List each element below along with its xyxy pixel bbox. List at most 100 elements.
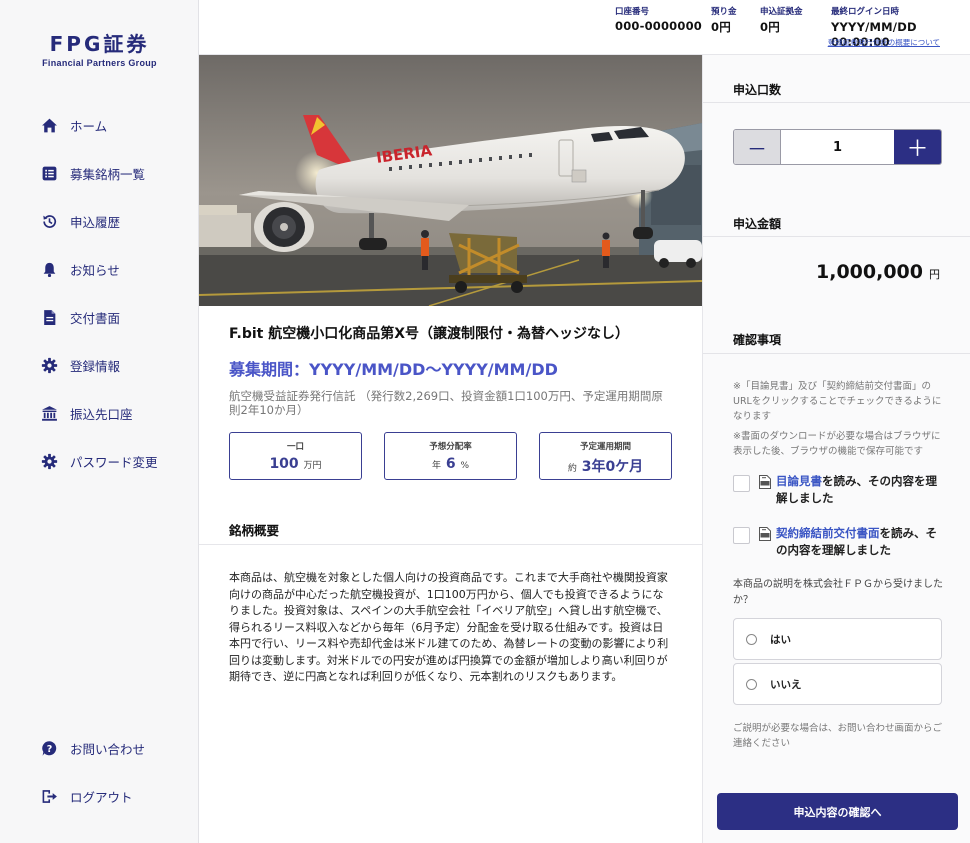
amount-unit: 円 xyxy=(929,268,940,281)
units-title: 申込口数 xyxy=(733,83,782,97)
brand-logo[interactable]: FPG証券 Financial Partners Group xyxy=(0,28,199,68)
sidebar-item-password[interactable]: パスワード変更 xyxy=(40,449,158,473)
account-number: 口座番号 000-0000000 xyxy=(615,5,702,33)
amount-value: 1,000,000 xyxy=(816,261,923,283)
application-margin: 申込証拠金 0円 xyxy=(760,5,803,35)
sidebar-item-label: 交付書面 xyxy=(70,310,121,326)
sidebar: FPG証券 Financial Partners Group ホーム 募集銘柄一… xyxy=(0,0,199,843)
aircraft-photo: IBERIA xyxy=(199,55,702,306)
box-label: 一口 xyxy=(286,442,304,452)
svg-text:?: ? xyxy=(46,744,52,755)
increase-button[interactable]: ＋ xyxy=(894,130,941,164)
order-panel: 申込口数 － 1 ＋ 申込金額 1,000,000 円 確認事項 ※「目論見書」及… xyxy=(702,55,970,843)
prospectus-checkbox[interactable] xyxy=(733,475,750,492)
note-url-check: ※「目論見書」及び「契約締結前交付書面」のURLをクリックすることでチェックでき… xyxy=(733,381,942,422)
sidebar-item-label: 登録情報 xyxy=(70,358,121,374)
radio-no[interactable]: いいえ xyxy=(733,663,942,705)
divider xyxy=(703,102,970,103)
bell-icon xyxy=(40,260,58,278)
box-value: 100 万円 xyxy=(230,456,361,472)
prospectus-link[interactable]: 目論見書 xyxy=(776,474,822,488)
application-amount: 1,000,000 円 xyxy=(816,261,940,283)
sidebar-item-notices[interactable]: お知らせ xyxy=(40,257,120,281)
deposit-value: 0円 xyxy=(711,20,731,34)
sidebar-item-label: お知らせ xyxy=(70,262,120,278)
history-icon xyxy=(40,212,58,230)
sidebar-item-logout[interactable]: ログアウト xyxy=(40,784,133,808)
decrease-button[interactable]: － xyxy=(734,130,781,164)
trust-overview-link[interactable]: 登録証券発行信託の概要について xyxy=(828,37,940,48)
account-number-label: 口座番号 xyxy=(615,7,650,17)
box-label: 予定運用期間 xyxy=(579,442,631,452)
application-margin-value: 0円 xyxy=(760,20,780,34)
application-margin-label: 申込証拠金 xyxy=(760,7,803,17)
sidebar-item-label: 募集銘柄一覧 xyxy=(70,166,146,182)
box-number: 100 xyxy=(269,456,299,472)
divider xyxy=(199,544,702,545)
pre-contract-checkbox[interactable] xyxy=(733,527,750,544)
operation-period-box: 予定運用期間 約 3年0ケ月 xyxy=(539,432,672,480)
radio-circle xyxy=(746,678,757,690)
box-value: 約 3年0ケ月 xyxy=(540,456,671,476)
product-description: 航空機受益証券発行信託 （発行数2,269口、投資金額1口100万円、予定運用期… xyxy=(229,389,663,417)
offering-period: 募集期間：YYYY/MM/DD～YYYY/MM/DD xyxy=(229,360,558,379)
prospectus-check-text: 目論見書を読み、その内容を理解しました xyxy=(776,473,948,507)
sidebar-item-label: ホーム xyxy=(70,118,108,134)
box-number: 3年0ケ月 xyxy=(581,459,644,475)
account-number-value: 000-0000000 xyxy=(615,19,702,33)
pre-contract-check-row: 契約締結前交付書面を読み、その内容を理解しました xyxy=(733,525,948,559)
sidebar-item-label: お問い合わせ xyxy=(70,741,146,757)
sidebar-item-label: 申込履歴 xyxy=(70,214,121,230)
box-unit: 万円 xyxy=(303,461,322,471)
document-icon xyxy=(40,308,58,326)
help-note: ご説明が必要な場合は、お問い合わせ画面からご連絡ください xyxy=(733,723,943,749)
sidebar-item-registration[interactable]: 登録情報 xyxy=(40,353,120,377)
deposit: 預り金 0円 xyxy=(711,5,737,35)
radio-no-label: いいえ xyxy=(770,678,802,691)
sidebar-item-home[interactable]: ホーム xyxy=(40,113,107,137)
box-prefix: 約 xyxy=(567,464,577,474)
deposit-label: 預り金 xyxy=(711,7,737,17)
top-header: 口座番号 000-0000000 預り金 0円 申込証拠金 0円 最終ログイン日… xyxy=(199,0,970,55)
gear-icon xyxy=(40,452,58,470)
quantity-value[interactable]: 1 xyxy=(781,130,894,164)
sidebar-item-label: ログアウト xyxy=(70,789,133,805)
prospectus-check-row: 目論見書を読み、その内容を理解しました xyxy=(733,473,948,507)
sidebar-item-contact[interactable]: ? お問い合わせ xyxy=(40,736,145,760)
explanation-question: 本商品の説明を株式会社ＦＰＧから受けましたか？ xyxy=(733,579,943,606)
unit-price-box: 一口 100 万円 xyxy=(229,432,362,480)
pre-contract-check-text: 契約締結前交付書面を読み、その内容を理解しました xyxy=(776,525,948,559)
home-icon xyxy=(40,116,58,134)
logout-icon xyxy=(40,787,58,805)
product-title: F.bit 航空機小口化商品第X号（譲渡制限付・為替ヘッジなし） xyxy=(229,326,630,342)
confirm-application-button[interactable]: 申込内容の確認へ xyxy=(717,793,958,830)
sidebar-item-documents[interactable]: 交付書面 xyxy=(40,305,120,329)
radio-yes[interactable]: はい xyxy=(733,618,942,660)
note-download: ※書面のダウンロードが必要な場合はブラウザに表示した後、ブラウザの機能で保存可能… xyxy=(733,431,941,457)
last-login-label: 最終ログイン日時 xyxy=(831,7,900,17)
confirm-title: 確認事項 xyxy=(733,333,782,347)
divider xyxy=(703,236,970,237)
radio-yes-label: はい xyxy=(770,633,791,646)
radio-circle xyxy=(746,633,757,645)
sidebar-item-offerings[interactable]: 募集銘柄一覧 xyxy=(40,161,145,185)
quantity-stepper: － 1 ＋ xyxy=(733,129,942,165)
brand-name: FPG証券 xyxy=(49,32,150,56)
box-prefix: 年 xyxy=(431,461,441,471)
sidebar-item-label: 振込先口座 xyxy=(70,406,133,422)
sidebar-item-label: パスワード変更 xyxy=(70,454,158,470)
help-icon: ? xyxy=(40,739,58,757)
main-content: IBERIA F.bit 航空機小口化商品第X号（譲渡制限付・為替ヘッジなし） … xyxy=(199,55,702,843)
bank-icon xyxy=(40,404,58,422)
sidebar-item-bank-account[interactable]: 振込先口座 xyxy=(40,401,133,425)
box-label: 予想分配率 xyxy=(429,442,472,452)
box-value: 年 6 % xyxy=(385,456,516,472)
sidebar-item-history[interactable]: 申込履歴 xyxy=(40,209,120,233)
overview-title: 銘柄概要 xyxy=(229,523,280,538)
box-unit: % xyxy=(460,461,470,471)
amount-title: 申込金額 xyxy=(733,217,782,231)
divider xyxy=(703,353,970,354)
pdf-icon xyxy=(759,527,771,541)
list-icon xyxy=(40,164,58,182)
pre-contract-link[interactable]: 契約締結前交付書面 xyxy=(776,526,880,540)
